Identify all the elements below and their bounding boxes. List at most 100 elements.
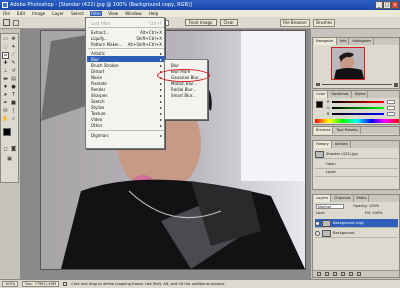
submenu-item-smart-blur[interactable]: Smart Blur... <box>166 92 208 98</box>
menu-image[interactable]: Image <box>31 11 46 16</box>
menu-item-last-filter[interactable]: Last Filter Ctrl+F <box>87 20 165 26</box>
fill-field[interactable]: Fill: 100% <box>365 211 382 215</box>
blend-mode-select[interactable]: Normal <box>316 204 344 209</box>
tab-layers[interactable]: Layers <box>314 195 331 202</box>
tab-info[interactable]: Info <box>337 38 350 45</box>
tab-channels[interactable]: Channels <box>331 195 354 202</box>
title-bar: Adobe Photoshop - [Standar (422).jpg @ 1… <box>0 0 400 10</box>
minimize-button[interactable]: _ <box>375 1 383 9</box>
healing-brush-tool-icon[interactable]: ✚ <box>2 60 9 67</box>
opacity-field[interactable]: Opacity: 100% <box>353 204 379 208</box>
menu-item-pattern-maker[interactable]: Pattern Maker... Alt+Shift+Ctrl+X <box>87 41 165 47</box>
close-button[interactable]: x <box>391 1 399 9</box>
layer-name: Background copy <box>333 221 365 225</box>
color-r-slider[interactable] <box>332 101 384 103</box>
menu-select[interactable]: Select <box>70 11 85 16</box>
standard-mode-icon[interactable]: ◻ <box>2 146 9 153</box>
color-b-value[interactable] <box>387 112 395 116</box>
slice-tool-icon[interactable]: ⟋ <box>10 52 17 59</box>
shape-tool-icon[interactable]: ■ <box>10 100 17 107</box>
new-layer-icon[interactable] <box>349 272 353 276</box>
adjustment-layer-icon[interactable] <box>341 272 345 276</box>
navigator-tabs: Navigator Info Histogram <box>313 38 399 45</box>
tab-navigator[interactable]: Navigator <box>314 38 337 45</box>
eye-icon[interactable] <box>315 220 320 226</box>
tab-color[interactable]: Color <box>314 91 329 98</box>
history-step-label: Open <box>326 162 336 166</box>
eyedropper-tool-icon[interactable]: ⟆ <box>10 108 17 115</box>
tab-histogram[interactable]: Histogram <box>350 38 375 45</box>
move-tool-icon[interactable]: ✥ <box>10 36 17 43</box>
dodge-tool-icon[interactable]: ● <box>10 84 17 91</box>
front-image-button[interactable]: Front Image <box>184 19 217 26</box>
zoom-level[interactable]: 100% <box>2 281 19 287</box>
tool-preset-dropdown[interactable] <box>13 19 19 26</box>
new-set-icon[interactable] <box>333 272 337 276</box>
tab-styles[interactable]: Styles <box>352 91 369 98</box>
menu-item-digimarc[interactable]: Digimarc ▸ <box>87 132 165 138</box>
trash-icon[interactable] <box>357 272 361 276</box>
tab-swatches[interactable]: Swatches <box>329 91 352 98</box>
marquee-tool-icon[interactable]: ▭ <box>2 36 9 43</box>
color-r-value[interactable] <box>387 100 395 104</box>
zoom-tool-icon[interactable]: ⌕ <box>10 116 17 123</box>
color-spectrum-bar[interactable] <box>315 119 399 123</box>
blur-tool-icon[interactable]: ♦ <box>2 84 9 91</box>
tab-brushes[interactable]: Brushes <box>314 127 334 134</box>
crop-tool-icon[interactable] <box>3 19 10 26</box>
maximize-button[interactable]: □ <box>383 1 391 9</box>
photoshop-app-icon <box>2 2 8 8</box>
tab-history[interactable]: History <box>314 141 332 148</box>
brush-tool-icon[interactable]: ✎ <box>10 60 17 67</box>
layer-row-background[interactable]: Background <box>315 229 398 238</box>
type-tool-icon[interactable]: T <box>10 92 17 99</box>
menu-view[interactable]: View <box>107 11 119 16</box>
tab-paths[interactable]: Paths <box>354 195 370 202</box>
menu-help[interactable]: Help <box>148 11 160 16</box>
pen-tool-icon[interactable]: ✒ <box>2 100 9 107</box>
clone-stamp-tool-icon[interactable]: ⊥ <box>2 68 9 75</box>
layer-style-icon[interactable] <box>317 272 321 276</box>
menu-window[interactable]: Window <box>124 11 143 16</box>
color-g-value[interactable] <box>387 106 395 110</box>
menu-bar: File Edit Image Layer Select Filter View… <box>0 10 400 17</box>
tab-tool-presets[interactable]: Tool Presets <box>334 127 361 134</box>
navigator-preview[interactable] <box>331 47 365 80</box>
quick-mask-icon[interactable]: ◙ <box>10 146 17 153</box>
color-g-slider[interactable] <box>332 107 384 109</box>
tab-actions[interactable]: Actions <box>332 141 351 148</box>
color-foreground-chip[interactable] <box>316 101 323 108</box>
menu-item-other[interactable]: Other ▸ <box>87 122 165 128</box>
color-b-slider[interactable] <box>332 113 384 115</box>
screen-mode-icon[interactable]: ▣ <box>6 156 13 163</box>
menu-edit[interactable]: Edit <box>16 11 26 16</box>
status-arrow-icon[interactable] <box>63 282 68 286</box>
brushes-tab[interactable]: Brushes <box>313 18 336 27</box>
history-step-label: Layer <box>326 170 337 174</box>
menu-filter[interactable]: Filter <box>89 11 103 16</box>
foreground-color-swatch[interactable] <box>3 128 11 136</box>
lasso-tool-icon[interactable]: ◌ <box>2 44 9 51</box>
eraser-tool-icon[interactable]: ▬ <box>2 76 9 83</box>
gradient-tool-icon[interactable]: ▤ <box>10 76 17 83</box>
menu-layer[interactable]: Layer <box>51 11 65 16</box>
file-browser-tab[interactable]: File Browser <box>279 18 311 27</box>
layer-row-background-copy[interactable]: Background copy <box>315 219 398 228</box>
zoom-slider[interactable] <box>322 84 392 85</box>
history-snapshot-row[interactable]: Standar (422).jpg <box>315 150 398 159</box>
color-panel: Color Swatches Styles R G B <box>312 90 400 125</box>
zoom-out-icon[interactable] <box>316 83 320 86</box>
menu-file[interactable]: File <box>2 11 11 16</box>
hand-tool-icon[interactable]: ✋ <box>2 116 9 123</box>
eye-icon[interactable] <box>315 230 320 236</box>
layer-mask-icon[interactable] <box>325 272 329 276</box>
history-brush-tool-icon[interactable]: ↺ <box>10 68 17 75</box>
clear-button[interactable]: Clear <box>219 19 238 26</box>
notes-tool-icon[interactable]: ✉ <box>2 108 9 115</box>
magic-wand-tool-icon[interactable]: ✦ <box>10 44 17 51</box>
zoom-in-icon[interactable] <box>394 82 398 87</box>
path-selection-tool-icon[interactable]: ➤ <box>2 92 9 99</box>
document-size[interactable]: Doc: 779K/1.49M <box>22 281 60 287</box>
crop-tool-button[interactable]: ⌗ <box>2 52 9 59</box>
history-step-row[interactable]: Layer <box>315 168 398 177</box>
